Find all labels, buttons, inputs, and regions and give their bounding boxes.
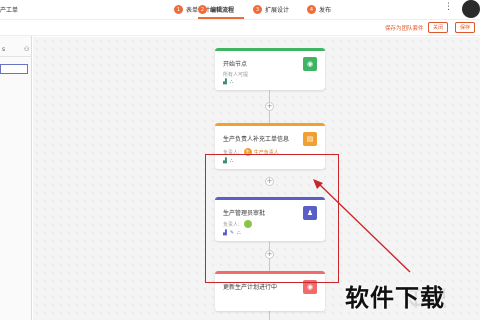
- watermark-text: 软件下载: [345, 284, 445, 312]
- step-extend-design[interactable]: 3 扩展设计: [253, 4, 289, 15]
- step-number: 4: [307, 5, 316, 14]
- step-number: 1: [174, 5, 183, 14]
- node-subtitle: 所有人可提: [223, 72, 249, 78]
- left-panel-label: s: [2, 46, 6, 53]
- more-menu-icon[interactable]: ⋮: [444, 3, 453, 12]
- node-title: 开始节点: [223, 61, 248, 68]
- top-bar: 产工单 1 表单设计 2 编辑流程 3 扩展设计 4 发布 ⋮: [0, 0, 480, 20]
- step-label: 发布: [319, 7, 332, 14]
- active-step-indicator: [198, 17, 244, 19]
- add-node-button[interactable]: +: [265, 102, 274, 111]
- divider: [0, 56, 32, 57]
- step-publish[interactable]: 4 发布: [307, 4, 331, 15]
- avatar[interactable]: [462, 0, 480, 18]
- highlight-box: [205, 154, 339, 283]
- step-number: 3: [253, 5, 262, 14]
- left-panel: s ⚇: [0, 36, 32, 320]
- close-button[interactable]: 关闭: [428, 22, 449, 33]
- node-icon-row: ▟ ⛬: [223, 79, 233, 85]
- branch-icon: ⛬: [229, 79, 234, 85]
- form-fill-icon: ▤: [303, 132, 317, 146]
- step-number: 2: [198, 5, 207, 14]
- action-toolbar: 保存为团队套件 关闭 保存: [0, 20, 480, 36]
- start-node-icon: ◉: [303, 57, 317, 71]
- node-title: 生产负责人补充工单信息: [223, 136, 290, 143]
- signal-icon: ▟: [223, 79, 227, 85]
- step-label: 扩展设计: [265, 7, 290, 14]
- app-title: 产工单: [0, 7, 19, 14]
- save-button[interactable]: 保存: [455, 22, 476, 33]
- node-start[interactable]: 开始节点 所有人可提 ◉ ▟ ⛬: [215, 48, 325, 90]
- left-panel-input[interactable]: [0, 64, 28, 74]
- person-icon[interactable]: ⚇: [24, 46, 29, 53]
- step-edit-flow[interactable]: 2 编辑流程: [198, 4, 234, 15]
- step-label: 编辑流程: [210, 7, 235, 14]
- save-as-template-link[interactable]: 保存为团队套件: [385, 24, 424, 32]
- node-title: 更新生产计划进行中: [223, 284, 278, 291]
